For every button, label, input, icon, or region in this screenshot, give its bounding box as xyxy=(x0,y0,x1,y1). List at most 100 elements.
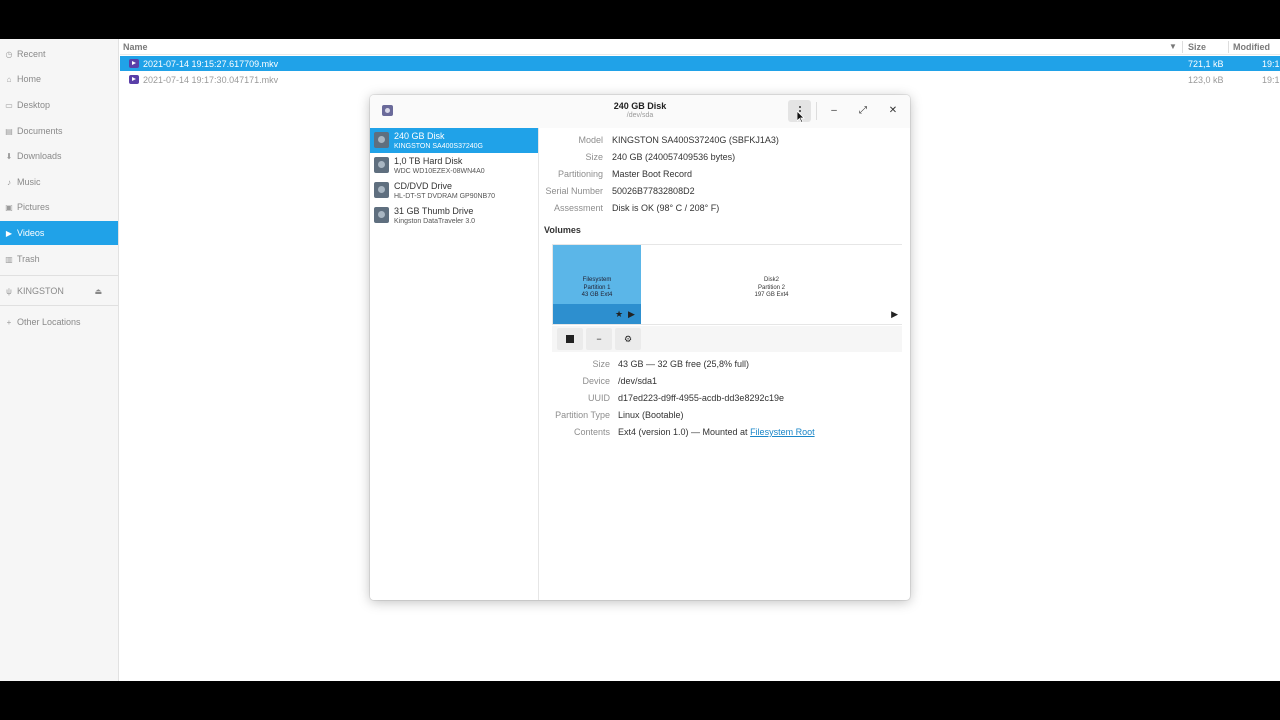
sidebar-item-kingston[interactable]: ψ KINGSTON ⏏ xyxy=(0,279,118,303)
column-modified-header[interactable]: Modified xyxy=(1233,42,1270,52)
disk-name: CD/DVD Drive xyxy=(394,181,453,191)
mouse-pointer-icon xyxy=(797,111,805,123)
assessment-row: Assessment Disk is OK (98° C / 208° F) xyxy=(540,203,910,217)
sidebar-item-label: KINGSTON xyxy=(17,286,64,296)
ssd-icon xyxy=(374,132,389,148)
contents-row: Contents Ext4 (version 1.0) — Mounted at… xyxy=(540,427,910,441)
device-label: Device xyxy=(582,376,610,386)
sidebar-item-pictures[interactable]: ▣ Pictures xyxy=(0,195,118,219)
pictures-icon: ▣ xyxy=(5,202,13,212)
maximize-button[interactable]: ⤢ xyxy=(856,104,870,118)
disk-model: HL-DT-ST DVDRAM GP90NB70 xyxy=(394,193,496,200)
trash-icon: ▥ xyxy=(5,254,13,264)
delete-partition-button[interactable]: − xyxy=(586,328,612,350)
assessment-label: Assessment xyxy=(553,203,603,213)
disk-model: WDC WD10EZEX-08WN4A0 xyxy=(394,168,485,175)
uuid-value: d17ed223-d9ff-4955-acdb-dd3e8292c19e xyxy=(618,393,784,403)
sidebar-item-documents[interactable]: ▤ Documents xyxy=(0,119,118,143)
column-size-header[interactable]: Size xyxy=(1188,42,1206,52)
eject-icon[interactable]: ⏏ xyxy=(94,287,102,296)
sidebar-item-videos[interactable]: ▶ Videos xyxy=(0,221,118,245)
sidebar-item-label: Trash xyxy=(17,254,40,264)
device-value: /dev/sda1 xyxy=(618,376,658,386)
sort-descending-icon[interactable]: ▼ xyxy=(1169,42,1177,51)
mounted-icon: ▶ xyxy=(628,309,635,319)
partition-1-label: Filesystem Partition 1 43 GB Ext4 xyxy=(553,277,641,300)
disk-item[interactable]: 1,0 TB Hard Disk WDC WD10EZEX-08WN4A0 xyxy=(370,153,538,178)
size-value: 240 GB (240057409536 bytes) xyxy=(612,152,736,162)
home-icon: ⌂ xyxy=(6,74,12,84)
file-size: 123,0 kB xyxy=(1188,74,1224,85)
documents-icon: ▤ xyxy=(5,126,13,136)
disk-item[interactable]: 240 GB Disk KINGSTON SA400S37240G xyxy=(370,128,538,153)
kebab-menu-icon xyxy=(798,106,801,108)
partition-1-line3: 43 GB Ext4 xyxy=(581,292,613,298)
file-size: 721,1 kB xyxy=(1188,58,1224,69)
partition-1-line1: Filesystem xyxy=(582,277,612,283)
partition-2-line1: Disk2 xyxy=(763,277,779,283)
disk-model: Kingston DataTraveler 3.0 xyxy=(394,218,476,225)
partition-2-block[interactable]: Disk2 Partition 2 197 GB Ext4 ▶ xyxy=(641,245,902,324)
sidebar-item-trash[interactable]: ▥ Trash xyxy=(0,247,118,271)
minimize-button[interactable]: – xyxy=(827,104,841,118)
minimize-icon: – xyxy=(831,105,837,116)
unmounted-icon: ▶ xyxy=(891,309,898,319)
sidebar-item-downloads[interactable]: ⬇ Downloads xyxy=(0,144,118,168)
serial-label: Serial Number xyxy=(545,186,603,196)
filesystem-root-link[interactable]: Filesystem Root xyxy=(750,427,815,437)
partitioning-label: Partitioning xyxy=(557,169,603,179)
disks-window: 240 GB Disk /dev/sda – ⤢ ✕ 240 GB Disk K… xyxy=(370,95,910,600)
disk-list: 240 GB Disk KINGSTON SA400S37240G 1,0 TB… xyxy=(370,128,539,600)
partition-type-row: Partition Type Linux (Bootable) xyxy=(540,410,910,424)
gears-icon: ⚙ xyxy=(623,333,633,344)
partition-2-line3: 197 GB Ext4 xyxy=(754,292,789,298)
partition-size-value: 43 GB — 32 GB free (25,8% full) xyxy=(618,359,750,369)
column-divider[interactable] xyxy=(1182,41,1183,53)
column-name-header[interactable]: Name xyxy=(123,42,148,52)
sidebar-item-label: Music xyxy=(17,177,41,187)
disk-model: KINGSTON SA400S37240G xyxy=(394,143,483,150)
file-name: 2021-07-14 19:15:27.617709.mkv xyxy=(143,58,279,69)
file-name: 2021-07-14 19:17:30.047171.mkv xyxy=(143,74,279,85)
partition-size-row: Size 43 GB — 32 GB free (25,8% full) xyxy=(540,359,910,373)
usb-drive-icon xyxy=(374,207,389,223)
disk-name: 31 GB Thumb Drive xyxy=(394,206,474,216)
sidebar-item-recent[interactable]: ◷ Recent xyxy=(0,42,118,66)
partition-options-button[interactable]: ⚙ xyxy=(615,328,641,350)
contents-label: Contents xyxy=(573,427,610,437)
sidebar-item-other-locations[interactable]: + Other Locations xyxy=(0,310,118,334)
sidebar-item-label: Home xyxy=(17,74,42,84)
sidebar-item-label: Other Locations xyxy=(17,317,81,327)
partition-2-label: Disk2 Partition 2 197 GB Ext4 xyxy=(641,277,902,300)
star-icon: ★ xyxy=(615,309,624,319)
sidebar-divider xyxy=(0,275,118,276)
video-file-icon xyxy=(129,75,139,84)
desktop-icon: ▭ xyxy=(5,100,13,110)
partition-1-block[interactable]: Filesystem Partition 1 43 GB Ext4 ★ ▶ xyxy=(553,245,641,324)
sidebar-item-label: Documents xyxy=(17,126,63,136)
stop-icon xyxy=(566,335,574,343)
close-button[interactable]: ✕ xyxy=(886,104,900,118)
assessment-value: Disk is OK (98° C / 208° F) xyxy=(612,203,720,213)
serial-value: 50026B77832808D2 xyxy=(612,186,695,196)
sidebar-item-music[interactable]: ♪ Music xyxy=(0,170,118,194)
file-row[interactable]: 2021-07-14 19:15:27.617709.mkv 721,1 kB … xyxy=(120,56,1280,71)
unmount-button[interactable] xyxy=(557,328,583,350)
column-divider[interactable] xyxy=(1228,41,1229,53)
disk-item[interactable]: CD/DVD Drive HL-DT-ST DVDRAM GP90NB70 xyxy=(370,178,538,203)
contents-value: Ext4 (version 1.0) — Mounted at Filesyst… xyxy=(618,427,815,437)
partition-type-value: Linux (Bootable) xyxy=(618,410,684,420)
sidebar-item-label: Recent xyxy=(17,49,46,59)
sidebar-divider xyxy=(0,305,118,306)
titlebar-divider xyxy=(816,102,817,120)
disk-item[interactable]: 31 GB Thumb Drive Kingston DataTraveler … xyxy=(370,203,538,228)
size-label: Size xyxy=(585,152,603,162)
window-titlebar[interactable]: 240 GB Disk /dev/sda – ⤢ ✕ xyxy=(370,95,910,128)
sidebar-item-desktop[interactable]: ▭ Desktop xyxy=(0,93,118,117)
close-icon: ✕ xyxy=(888,105,898,116)
sidebar-item-label: Pictures xyxy=(17,202,50,212)
sidebar-item-home[interactable]: ⌂ Home xyxy=(0,67,118,91)
uuid-row: UUID d17ed223-d9ff-4955-acdb-dd3e8292c19… xyxy=(540,393,910,407)
file-row[interactable]: 2021-07-14 19:17:30.047171.mkv 123,0 kB … xyxy=(120,72,1280,87)
sidebar-item-label: Downloads xyxy=(17,151,62,161)
